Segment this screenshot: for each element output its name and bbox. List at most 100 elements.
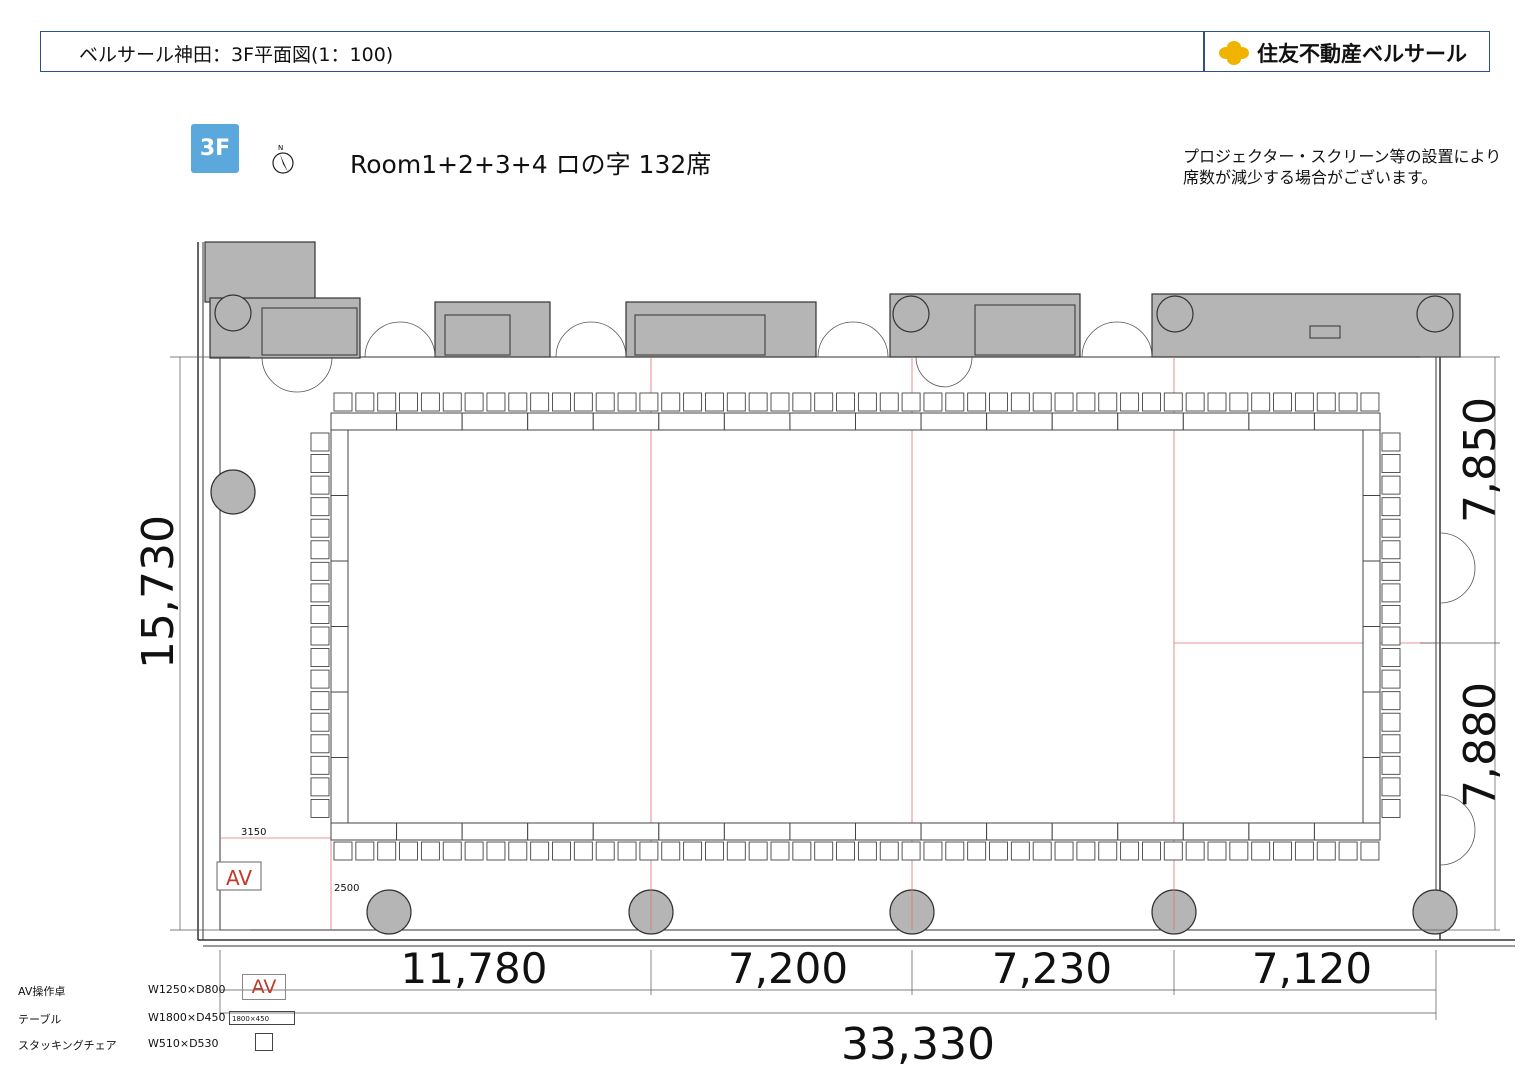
chair [901, 392, 921, 412]
chair [617, 841, 637, 861]
av-desk: AV [216, 861, 262, 891]
chair [1185, 841, 1205, 861]
table [723, 822, 791, 841]
chair [1381, 798, 1401, 818]
chair [683, 841, 703, 861]
table [723, 412, 791, 431]
chair [310, 691, 330, 711]
chair [1010, 841, 1030, 861]
chair [836, 841, 855, 861]
chair [464, 841, 484, 861]
chair [1360, 392, 1380, 412]
chair [617, 392, 637, 412]
table [330, 560, 349, 627]
chair [705, 392, 724, 412]
table [1248, 412, 1315, 431]
chair [879, 841, 899, 861]
chair [1163, 841, 1183, 861]
chair [945, 841, 965, 861]
dim-bottom-1: 11,780 [401, 944, 548, 993]
chair [310, 497, 330, 517]
chair [310, 669, 330, 689]
chair [639, 392, 659, 412]
chair [1360, 841, 1380, 861]
chair [1251, 392, 1271, 412]
chair [333, 392, 353, 412]
legend-name: テーブル [18, 1013, 62, 1026]
chair [1251, 841, 1271, 861]
dim-width-total: 33,330 [841, 1019, 995, 1070]
table [1051, 822, 1119, 841]
chair [726, 841, 746, 861]
dim-bottom-3: 7,230 [992, 944, 1112, 993]
chair [1032, 392, 1052, 412]
legend-table-symbol: 1800×450 [229, 1011, 295, 1025]
chair [1054, 392, 1074, 412]
chair [661, 841, 681, 861]
chair [310, 518, 330, 538]
table [1182, 822, 1250, 841]
chairs [310, 392, 1401, 861]
table [527, 822, 594, 841]
chair [989, 392, 1008, 412]
chair [1381, 604, 1401, 624]
table [855, 412, 922, 431]
chair [573, 841, 593, 861]
chair [945, 392, 965, 412]
chair [836, 392, 855, 412]
table [658, 412, 725, 431]
chair [310, 734, 330, 754]
chair [399, 392, 418, 412]
dim-bottom-2: 7,200 [728, 944, 848, 993]
chair [552, 392, 571, 412]
av-depth-dim: 2500 [334, 883, 359, 894]
table [1117, 412, 1184, 431]
chair [748, 841, 768, 861]
chair [770, 841, 790, 861]
chair [1141, 841, 1161, 861]
legend-av-symbol: AV [242, 974, 286, 1000]
chair [1010, 392, 1030, 412]
chair [1381, 755, 1401, 775]
chair [1120, 841, 1140, 861]
chair [573, 392, 593, 412]
chair [857, 841, 877, 861]
table [658, 822, 725, 841]
chair [310, 561, 330, 581]
table [592, 822, 660, 841]
chair [310, 540, 330, 560]
table [592, 412, 660, 431]
table [986, 412, 1053, 431]
table [1051, 412, 1119, 431]
table [1362, 560, 1381, 627]
chair [1207, 392, 1227, 412]
chair [1032, 841, 1052, 861]
chair [1381, 583, 1401, 603]
chair [792, 392, 812, 412]
chair [639, 841, 659, 861]
table [330, 412, 398, 431]
chair [1381, 691, 1401, 711]
chair [377, 392, 397, 412]
table [330, 495, 349, 562]
table [1248, 822, 1315, 841]
dim-bottom-4: 7,120 [1252, 944, 1372, 993]
chair [1054, 841, 1074, 861]
table [855, 822, 922, 841]
chair [923, 392, 943, 412]
chair [333, 841, 353, 861]
dim-right-upper: 7,850 [1455, 397, 1506, 523]
service-rooms [204, 241, 1461, 359]
chair [310, 475, 330, 495]
chair [1273, 392, 1293, 412]
chair [1381, 475, 1401, 495]
chair [310, 648, 330, 668]
chair [1381, 669, 1401, 689]
chair [1229, 841, 1249, 861]
av-width-dim: 3150 [241, 827, 266, 838]
table-frame [330, 412, 1381, 841]
table [1362, 691, 1381, 758]
chair [310, 798, 330, 818]
chair [1381, 540, 1401, 560]
chair [814, 841, 834, 861]
